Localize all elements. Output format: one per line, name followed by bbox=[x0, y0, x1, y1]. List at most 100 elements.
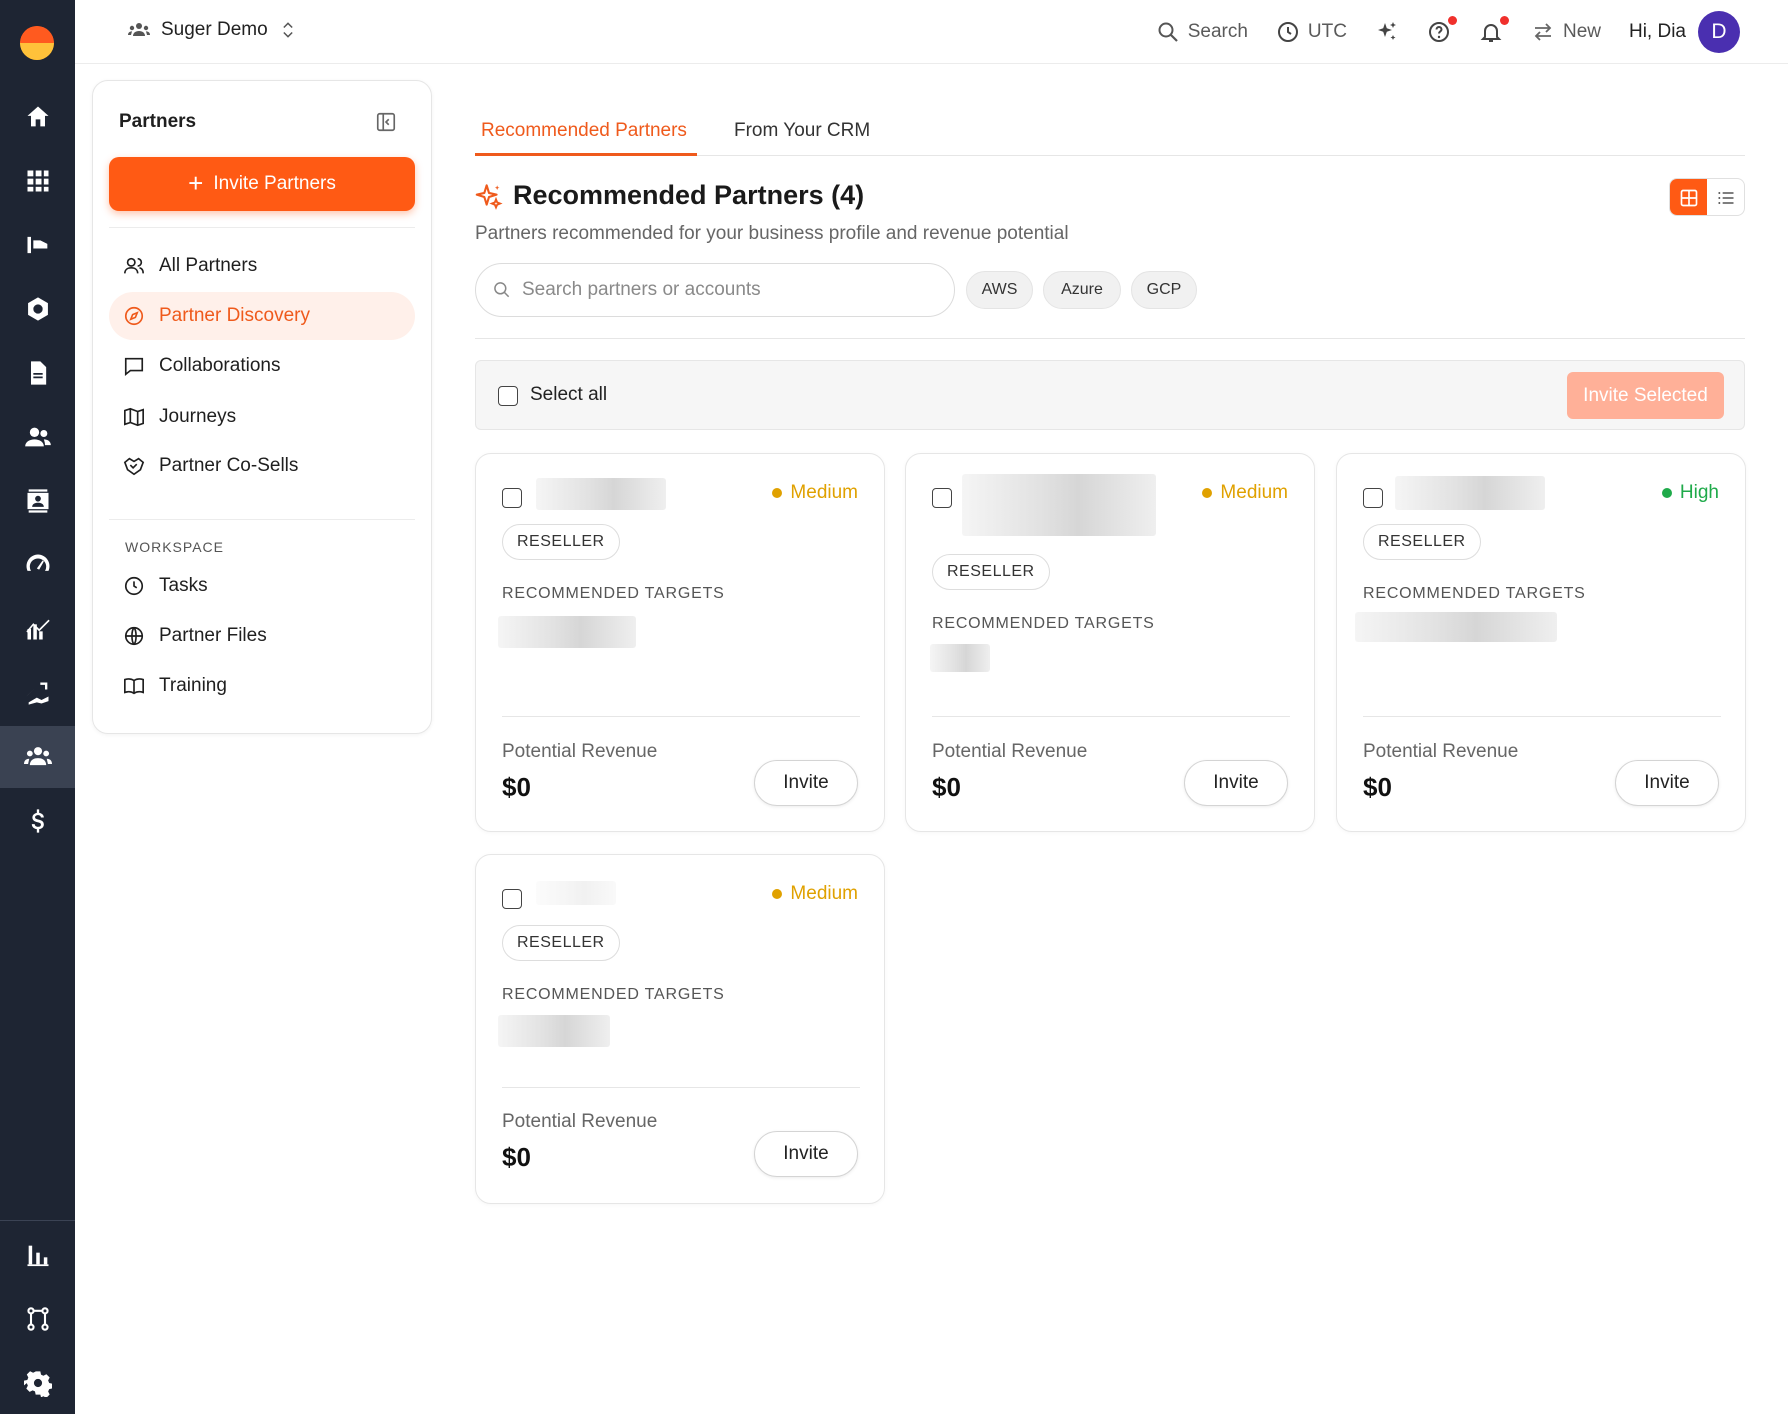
apps-grid-icon[interactable] bbox=[0, 150, 75, 212]
invite-button[interactable]: Invite bbox=[1184, 760, 1288, 806]
grid-view-button[interactable] bbox=[1670, 179, 1707, 215]
filter-chip-aws[interactable]: AWS bbox=[966, 271, 1033, 309]
partner-tabs: Recommended Partners From Your CRM bbox=[475, 98, 1745, 156]
sidebar-item-label: Partner Co-Sells bbox=[159, 455, 299, 476]
sidebar-item-training[interactable]: Training bbox=[109, 662, 415, 710]
invite-selected-button[interactable]: Invite Selected bbox=[1567, 372, 1724, 419]
help-notification-dot bbox=[1447, 16, 1457, 25]
partner-type-tag: RESELLER bbox=[502, 524, 620, 560]
card-divider bbox=[932, 716, 1290, 717]
gauge-icon[interactable] bbox=[0, 534, 75, 596]
partners-side-panel: Partners + Invite Partners All Partners … bbox=[92, 80, 432, 734]
sparkle-icon bbox=[1377, 22, 1396, 40]
contacts-icon[interactable] bbox=[0, 470, 75, 532]
notifications-button[interactable] bbox=[1479, 16, 1509, 44]
partner-card: High RESELLER RECOMMENDED TARGETS Potent… bbox=[1336, 453, 1746, 832]
potential-revenue-label: Potential Revenue bbox=[502, 1111, 658, 1132]
sidebar-item-label: Partner Discovery bbox=[159, 305, 310, 326]
sidebar-item-collaborations[interactable]: Collaborations bbox=[109, 342, 415, 390]
sidebar-item-all-partners[interactable]: All Partners bbox=[109, 242, 415, 290]
bell-icon bbox=[1480, 24, 1502, 42]
workflow-icon[interactable] bbox=[0, 1288, 75, 1350]
integrations-icon[interactable] bbox=[0, 662, 75, 724]
partner-search-input[interactable]: Search partners or accounts bbox=[475, 263, 955, 317]
search-icon bbox=[1158, 22, 1178, 42]
avatar[interactable]: D bbox=[1698, 11, 1740, 53]
sidebar-item-partner-co-sells[interactable]: Partner Co-Sells bbox=[109, 442, 415, 490]
sidebar-item-tasks[interactable]: Tasks bbox=[109, 562, 415, 610]
priority-badge: High bbox=[1661, 482, 1719, 504]
potential-revenue-value: $0 bbox=[502, 772, 531, 802]
chat-icon bbox=[124, 357, 144, 376]
card-checkbox[interactable] bbox=[502, 889, 522, 909]
partners-icon[interactable] bbox=[0, 726, 75, 788]
collapse-panel-icon[interactable] bbox=[375, 111, 397, 133]
partner-card: Medium RESELLER RECOMMENDED TARGETS Pote… bbox=[905, 453, 1315, 832]
workspace-section-label: WORKSPACE bbox=[125, 539, 224, 555]
plus-icon: + bbox=[188, 168, 204, 198]
filter-chip-azure[interactable]: Azure bbox=[1043, 271, 1121, 309]
potential-revenue-value: $0 bbox=[1363, 772, 1392, 802]
active-tab-indicator bbox=[475, 153, 697, 156]
org-switcher[interactable]: Suger Demo bbox=[127, 18, 298, 42]
top-actions: Search UTC New Hi, Dia D bbox=[1156, 10, 1740, 54]
priority-dot bbox=[772, 488, 783, 498]
page-title: Recommended Partners (4) bbox=[513, 180, 865, 210]
customers-icon[interactable] bbox=[0, 406, 75, 468]
partner-type-tag: RESELLER bbox=[1363, 524, 1481, 560]
potential-revenue-value: $0 bbox=[502, 1142, 531, 1172]
filter-chip-gcp[interactable]: GCP bbox=[1131, 271, 1197, 309]
card-checkbox[interactable] bbox=[1363, 488, 1383, 508]
settings-icon[interactable] bbox=[0, 1352, 75, 1414]
search-placeholder: Search partners or accounts bbox=[522, 279, 761, 300]
analytics-icon[interactable] bbox=[0, 598, 75, 660]
invite-button[interactable]: Invite bbox=[1615, 760, 1719, 806]
document-icon[interactable] bbox=[0, 342, 75, 404]
search-icon bbox=[494, 282, 510, 298]
tab-from-your-crm[interactable]: From Your CRM bbox=[734, 120, 870, 142]
invite-button[interactable]: Invite bbox=[754, 1131, 858, 1177]
potential-revenue-label: Potential Revenue bbox=[502, 741, 658, 762]
billing-icon[interactable] bbox=[0, 790, 75, 852]
help-button[interactable] bbox=[1427, 16, 1457, 44]
marketplace-icon[interactable] bbox=[0, 214, 75, 276]
targets-redacted bbox=[498, 1015, 610, 1047]
card-checkbox[interactable] bbox=[502, 488, 522, 508]
priority-dot bbox=[1661, 488, 1672, 498]
card-checkbox[interactable] bbox=[932, 488, 952, 508]
grid-view-icon bbox=[1680, 189, 1697, 207]
priority-dot bbox=[772, 889, 783, 899]
sidebar-item-journeys[interactable]: Journeys bbox=[109, 393, 415, 441]
globe-icon bbox=[124, 626, 144, 646]
greeting: Hi, Dia bbox=[1628, 21, 1686, 42]
settings-hex-icon[interactable] bbox=[0, 278, 75, 340]
home-icon[interactable] bbox=[0, 86, 75, 148]
page-subtitle: Partners recommended for your business p… bbox=[475, 223, 1069, 244]
sidebar-item-partner-files[interactable]: Partner Files bbox=[109, 612, 415, 660]
new-label: New bbox=[1562, 21, 1601, 42]
top-bar: Suger Demo Search UTC New Hi, Dia D bbox=[75, 0, 1788, 64]
rail-divider bbox=[0, 1220, 75, 1221]
partner-name-redacted bbox=[536, 881, 616, 905]
invite-partners-button[interactable]: + Invite Partners bbox=[109, 157, 415, 211]
invite-partners-label: Invite Partners bbox=[213, 173, 336, 194]
invite-button[interactable]: Invite bbox=[754, 760, 858, 806]
global-search-button[interactable]: Search bbox=[1156, 20, 1248, 44]
potential-revenue-label: Potential Revenue bbox=[1363, 741, 1519, 762]
ai-assistant-button[interactable] bbox=[1375, 20, 1399, 44]
list-view-button[interactable] bbox=[1707, 179, 1744, 215]
sidebar-item-partner-discovery[interactable]: Partner Discovery bbox=[109, 292, 415, 340]
users-icon bbox=[124, 257, 144, 274]
select-all-checkbox[interactable] bbox=[498, 386, 518, 406]
sidebar-item-label: All Partners bbox=[159, 255, 258, 276]
priority-label: Medium bbox=[790, 883, 858, 904]
sidebar-item-label: Journeys bbox=[159, 406, 237, 427]
timezone-button[interactable]: UTC bbox=[1276, 20, 1347, 44]
card-divider bbox=[502, 1087, 860, 1088]
reports-icon[interactable] bbox=[0, 1224, 75, 1286]
app-rail bbox=[0, 0, 75, 1414]
tab-recommended-partners[interactable]: Recommended Partners bbox=[481, 120, 687, 142]
suger-logo-icon[interactable] bbox=[20, 26, 54, 60]
selection-bar: Select all Invite Selected bbox=[475, 360, 1745, 430]
new-button[interactable]: New bbox=[1531, 20, 1601, 44]
